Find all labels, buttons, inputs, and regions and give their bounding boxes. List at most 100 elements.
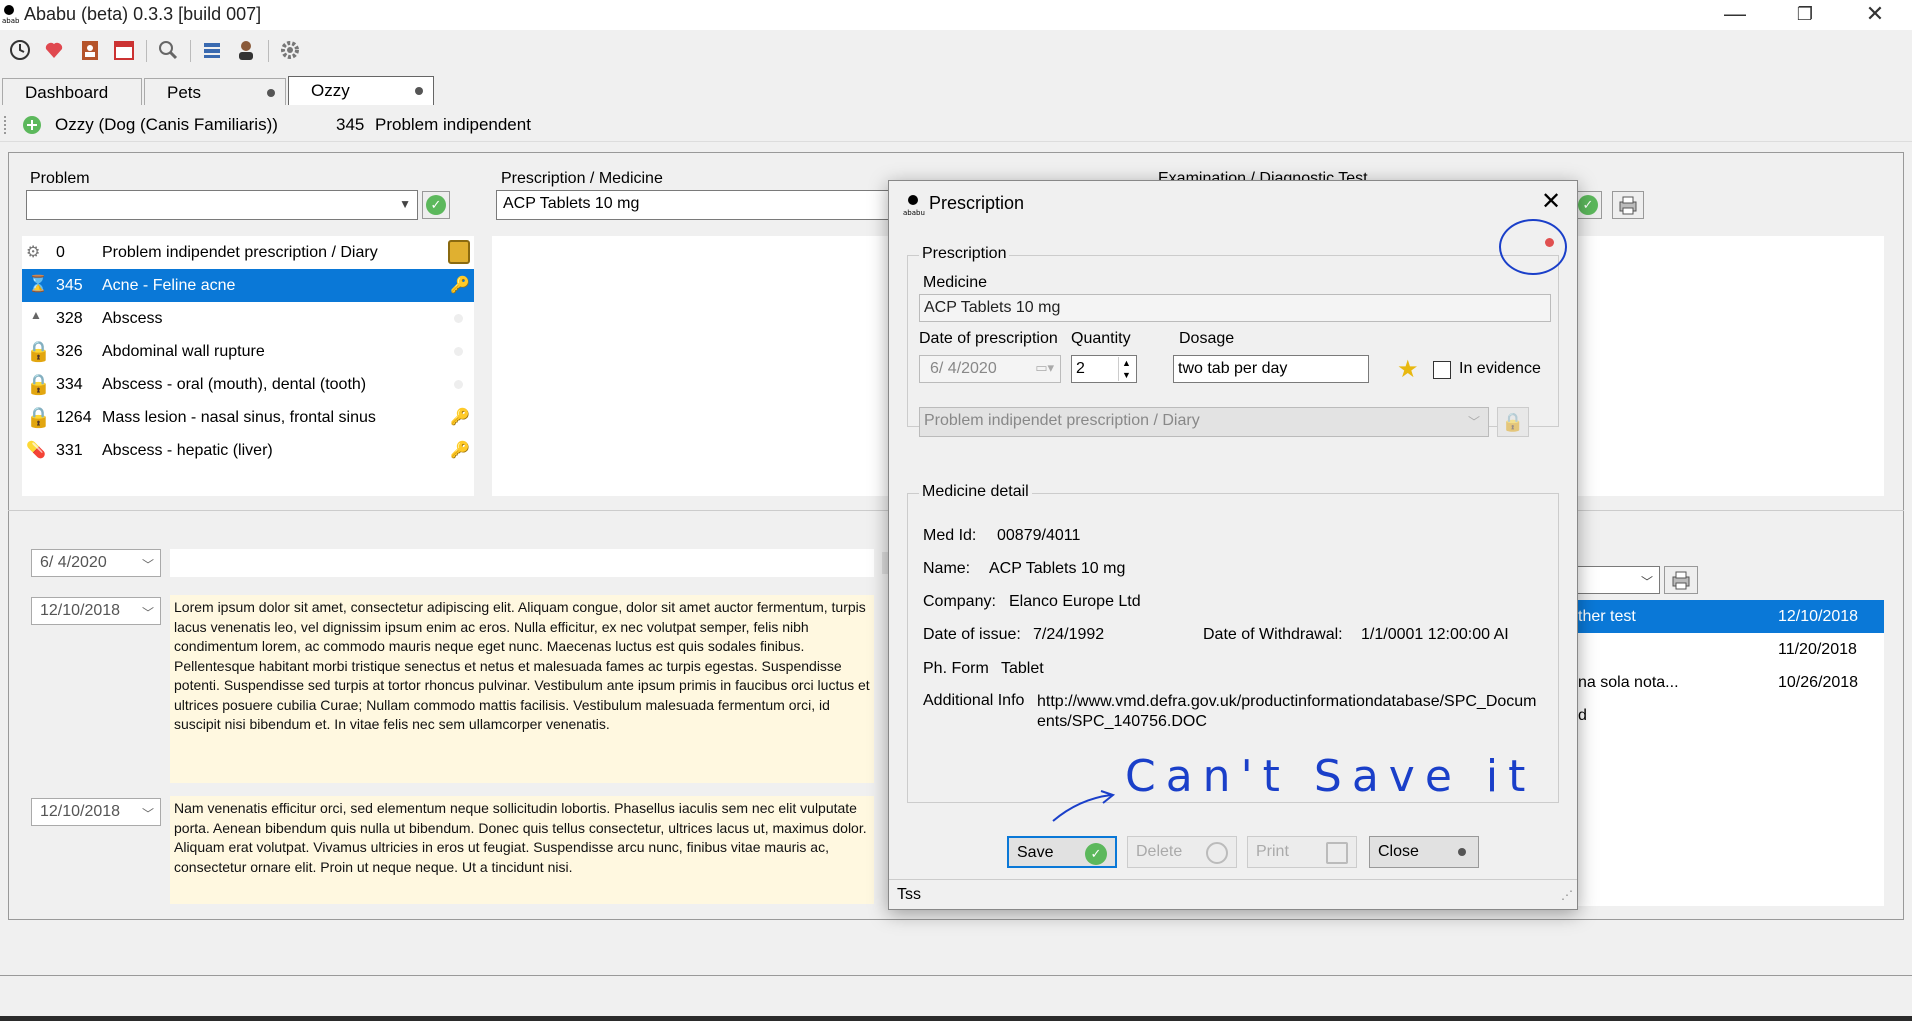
prescription-dialog: ababu Prescription ✕ Prescription Medici… — [888, 180, 1578, 910]
list-item[interactable]: ⌛ 345 Acne - Feline acne 🔑 — [22, 269, 474, 302]
diary-new-entry-input[interactable] — [170, 549, 874, 577]
delete-button[interactable]: Delete — [1127, 836, 1237, 868]
chevron-down-icon: ﹀ — [141, 807, 154, 821]
exam-label: Examination / Diagnostic Test — [1158, 170, 1368, 180]
hourglass-icon: ⌛ — [28, 276, 48, 293]
diary-date-picker[interactable]: 6/ 4/2020 ﹀ — [31, 549, 161, 577]
diary-entry-date[interactable]: 12/10/2018 ﹀ — [31, 798, 161, 826]
list-icon[interactable] — [200, 38, 224, 62]
close-button[interactable]: Close — [1369, 836, 1479, 868]
dosage-label: Dosage — [1179, 330, 1235, 347]
list-item[interactable]: ▲ 328 Abscess — [22, 302, 474, 335]
problem-name: Mass lesion - nasal sinus, frontal sinus — [102, 409, 376, 426]
lock-icon: 🔒 — [26, 374, 51, 396]
status-dot-icon — [454, 380, 463, 389]
quantity-label: Quantity — [1071, 330, 1131, 347]
problem-name: Abscess - oral (mouth), dental (tooth) — [102, 376, 367, 393]
person-icon[interactable] — [234, 38, 258, 62]
company-label: Company: — [923, 593, 996, 610]
diary-entry-text[interactable]: Lorem ipsum dolor sit amet, consectetur … — [170, 595, 874, 783]
info-value: http://www.vmd.defra.gov.uk/productinfor… — [1037, 693, 1537, 730]
clock-icon[interactable] — [8, 38, 32, 62]
tab-close-dot-icon[interactable] — [267, 89, 275, 97]
list-item[interactable]: 🔒 326 Abdominal wall rupture — [22, 335, 474, 368]
test-date: 11/20/2018 — [1778, 641, 1857, 658]
annotation-circle — [1499, 219, 1567, 275]
printer-icon — [1672, 571, 1690, 590]
problem-combo[interactable]: ▼ — [26, 190, 418, 220]
problem-name: Abscess - hepatic (liver) — [102, 442, 273, 459]
list-item[interactable]: 🔒 334 Abscess - oral (mouth), dental (to… — [22, 368, 474, 401]
save-button[interactable]: Save ✓ — [1007, 836, 1117, 868]
diary-entry-date[interactable]: 12/10/2018 ﹀ — [31, 597, 161, 625]
list-item[interactable]: ⚙ 0 Problem indipendet prescription / Di… — [22, 236, 474, 269]
dialog-close-icon[interactable]: ✕ — [1541, 187, 1561, 216]
medicine-field[interactable]: ACP Tablets 10 mg — [919, 294, 1551, 322]
info-label: Additional Info — [923, 692, 1025, 709]
test-name: d — [1578, 707, 1587, 724]
notebook-icon — [448, 240, 470, 264]
exam-print-button[interactable] — [1612, 191, 1644, 219]
problem-id: 0 — [56, 244, 65, 261]
table-row[interactable]: 11/20/2018 — [1578, 633, 1884, 666]
table-row[interactable]: d — [1578, 699, 1884, 732]
restore-button[interactable]: ❐ — [1782, 0, 1828, 30]
tests-list: ther test 12/10/2018 11/20/2018 na sola … — [1578, 600, 1884, 906]
key-icon: 🔑 — [450, 442, 470, 459]
pet-name: Ozzy (Dog (Canis Familiaris)) — [55, 115, 278, 134]
test-name: ther test — [1578, 608, 1636, 625]
problem-confirm-button[interactable]: ✓ — [422, 191, 450, 219]
table-row[interactable]: ther test 12/10/2018 — [1578, 600, 1884, 633]
chevron-down-icon: ﹀ — [141, 558, 154, 572]
evidence-checkbox[interactable] — [1433, 361, 1451, 379]
problem-list: ⚙ 0 Problem indipendet prescription / Di… — [22, 236, 474, 496]
annotation-arrow-icon — [1052, 790, 1116, 822]
problem-select: Problem indipendet prescription / Diary … — [919, 407, 1489, 437]
add-icon[interactable] — [22, 115, 42, 135]
name-value: ACP Tablets 10 mg — [989, 560, 1126, 577]
prescription-combo-value: ACP Tablets 10 mg — [503, 195, 640, 212]
list-item[interactable]: 💊 331 Abscess - hepatic (liver) 🔑 — [22, 434, 474, 467]
svg-text:ababu: ababu — [2, 17, 20, 24]
tab-close-dot-icon[interactable] — [415, 87, 423, 95]
problem-id: 328 — [56, 310, 83, 327]
list-item[interactable]: 🔒 1264 Mass lesion - nasal sinus, fronta… — [22, 401, 474, 434]
problem-id: 1264 — [56, 409, 92, 426]
tab-dashboard[interactable]: Dashboard — [2, 78, 142, 105]
window-close-button[interactable]: ✕ — [1852, 0, 1898, 30]
key-icon: 🔑 — [450, 277, 470, 294]
tests-print-button[interactable] — [1664, 566, 1698, 594]
calendar-icon[interactable] — [112, 38, 136, 62]
resize-grip-icon[interactable]: ⋰ — [1561, 888, 1573, 902]
app-logo-icon: ababu — [2, 4, 24, 25]
tab-pets[interactable]: Pets — [144, 78, 286, 105]
tab-ozzy[interactable]: Ozzy — [288, 76, 434, 105]
withdrawal-label: Date of Withdrawal: — [1203, 626, 1343, 643]
star-icon[interactable]: ★ — [1397, 355, 1419, 384]
prescription-combo[interactable]: ACP Tablets 10 mg — [496, 190, 896, 220]
status-dot-icon — [454, 347, 463, 356]
company-value: Elanco Europe Ltd — [1009, 593, 1141, 610]
contacts-icon[interactable] — [78, 38, 102, 62]
dosage-field[interactable]: two tab per day — [1173, 355, 1369, 383]
check-icon: ✓ — [1578, 195, 1598, 215]
prescription-group-caption: Prescription — [919, 245, 1010, 263]
table-row[interactable]: na sola nota... 10/26/2018 — [1578, 666, 1884, 699]
date-picker[interactable]: 6/ 4/2020 ▭▾ — [919, 355, 1061, 383]
calendar-dropdown-icon: ▭▾ — [1035, 360, 1054, 375]
quantity-stepper[interactable]: 2 ▲ ▼ — [1071, 355, 1137, 383]
tests-filter-combo[interactable]: ﹀ — [1576, 566, 1660, 594]
withdrawal-value: 1/1/0001 12:00:00 AI — [1361, 626, 1509, 643]
gear-icon[interactable] — [278, 38, 302, 62]
search-icon[interactable] — [156, 38, 180, 62]
stepper-arrows-icon[interactable]: ▲ ▼ — [1118, 357, 1134, 381]
status-dot-icon — [454, 314, 463, 323]
heart-icon[interactable] — [42, 38, 66, 62]
diary-entry-text[interactable]: Nam venenatis efficitur orci, sed elemen… — [170, 796, 874, 904]
print-button[interactable]: Print — [1247, 836, 1357, 868]
title-bar: ababu Ababu (beta) 0.3.3 [build 007] — ❐… — [0, 0, 1912, 30]
problem-id: 326 — [56, 343, 83, 360]
form-label: Ph. Form — [923, 660, 989, 677]
minimize-button[interactable]: — — [1712, 0, 1758, 30]
exam-confirm-button[interactable]: ✓ — [1574, 191, 1602, 219]
